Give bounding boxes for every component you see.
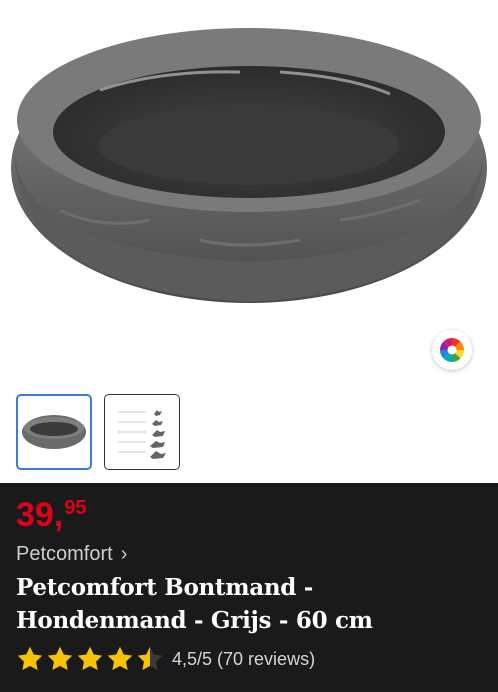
thumbnail-size-chart[interactable]: [104, 394, 180, 470]
thumbnail-strip: [16, 394, 180, 470]
price: 39, 95: [16, 497, 87, 533]
star-icon: [107, 646, 133, 670]
rating-summary[interactable]: 4,5/5 (70 reviews): [16, 645, 315, 673]
star-icon: [47, 646, 73, 670]
product-title-line-2: Hondenmand - Grijs - 60 cm: [16, 607, 373, 634]
star-icon: [137, 646, 163, 670]
size-chart-thumbnail-image: [118, 410, 166, 459]
product-main-image[interactable]: [0, 0, 498, 340]
price-cents: 95: [64, 497, 87, 519]
color-variant-button[interactable]: [432, 330, 472, 370]
rating-text: 4,5/5 (70 reviews): [172, 648, 316, 669]
thumbnail-dog-basket[interactable]: [16, 394, 92, 470]
star-icon: [77, 646, 103, 670]
product-info-panel: 39, 95 Petcomfort › Petcomfort Bontmand …: [0, 483, 498, 692]
brand-link[interactable]: Petcomfort ›: [16, 543, 127, 566]
star-icon: [17, 646, 43, 670]
brand-name: Petcomfort: [16, 543, 113, 565]
price-main: 39,: [16, 496, 64, 534]
dog-basket-thumbnail-image: [22, 415, 86, 449]
product-title: Petcomfort Bontmand - Hondenmand - Grijs…: [16, 571, 486, 637]
product-title-line-1: Petcomfort Bontmand -: [16, 574, 314, 601]
chevron-right-icon: ›: [120, 543, 128, 565]
product-image-area: [0, 0, 498, 470]
color-wheel-icon: [439, 337, 465, 363]
rating-stars: [16, 645, 164, 673]
